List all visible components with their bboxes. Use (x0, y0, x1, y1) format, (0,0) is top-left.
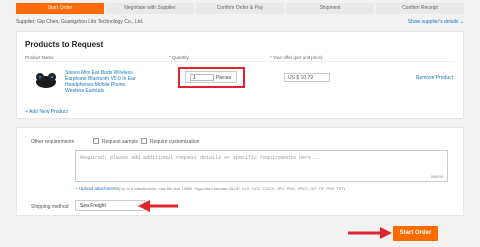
price-input[interactable]: US $ 10.79 (284, 73, 330, 82)
textarea-placeholder: Required: please add additional request … (80, 155, 321, 161)
require-customization-label: Require customization (150, 139, 200, 145)
step-negotiate: Negotiate with Supplier (106, 3, 194, 14)
char-count: 0/8000 (430, 174, 443, 179)
other-requirements-label: Other requirements (31, 139, 75, 145)
products-title: Products to Request (25, 40, 104, 49)
product-name-link[interactable]: Stereo Mini Ear Buds Wireless Earphone B… (65, 70, 145, 94)
col-quantity: * Quantity (169, 55, 189, 60)
step-shipment: Shipment (286, 3, 374, 14)
shipping-arrow-icon (138, 200, 178, 212)
col-price: * Your offer (per unit price) (270, 55, 323, 60)
shipping-method-label: Shipping method (31, 204, 69, 210)
supplier-details-link[interactable]: Show supplier's details ⌄ (408, 19, 464, 25)
shipping-method-select[interactable]: Sea Freight ⌵ (75, 200, 145, 211)
request-sample-label: Request sample (102, 139, 139, 145)
request-sample-checkbox[interactable] (93, 138, 99, 144)
divider (25, 61, 455, 62)
shipping-method-value: Sea Freight (80, 203, 106, 209)
add-new-product-link[interactable]: + Add New Product (25, 109, 68, 115)
col-product-name: Product Name (25, 55, 54, 60)
requirements-textarea[interactable]: Required: please add additional request … (75, 150, 448, 182)
requirements-card: Other requirements Request sample Requir… (16, 127, 464, 216)
upload-hint: (Up to 6 attachments, max file size 10MB… (119, 186, 345, 191)
supplier-info: Supplier: Gip Chen, Guangzhou Lito Techn… (16, 19, 144, 25)
remove-product-link[interactable]: Remove Product (416, 75, 453, 81)
require-customization-checkbox[interactable] (141, 138, 147, 144)
quantity-highlight-box (178, 67, 245, 88)
products-card: Products to Request Product Name * Quant… (16, 31, 464, 119)
step-confirm-receipt: Confirm Receipt (376, 3, 464, 14)
earbuds-thumbnail (31, 70, 61, 90)
step-confirm-pay: Confirm Order & Pay (196, 3, 284, 14)
step-start-order: Start Order (16, 3, 104, 14)
upload-attachments-link[interactable]: + Upload attachments (75, 186, 119, 191)
start-order-button[interactable]: Start Order (393, 226, 438, 241)
progress-steps: Start Order Negotiate with Supplier Conf… (16, 3, 464, 14)
start-order-arrow-icon (348, 227, 392, 239)
